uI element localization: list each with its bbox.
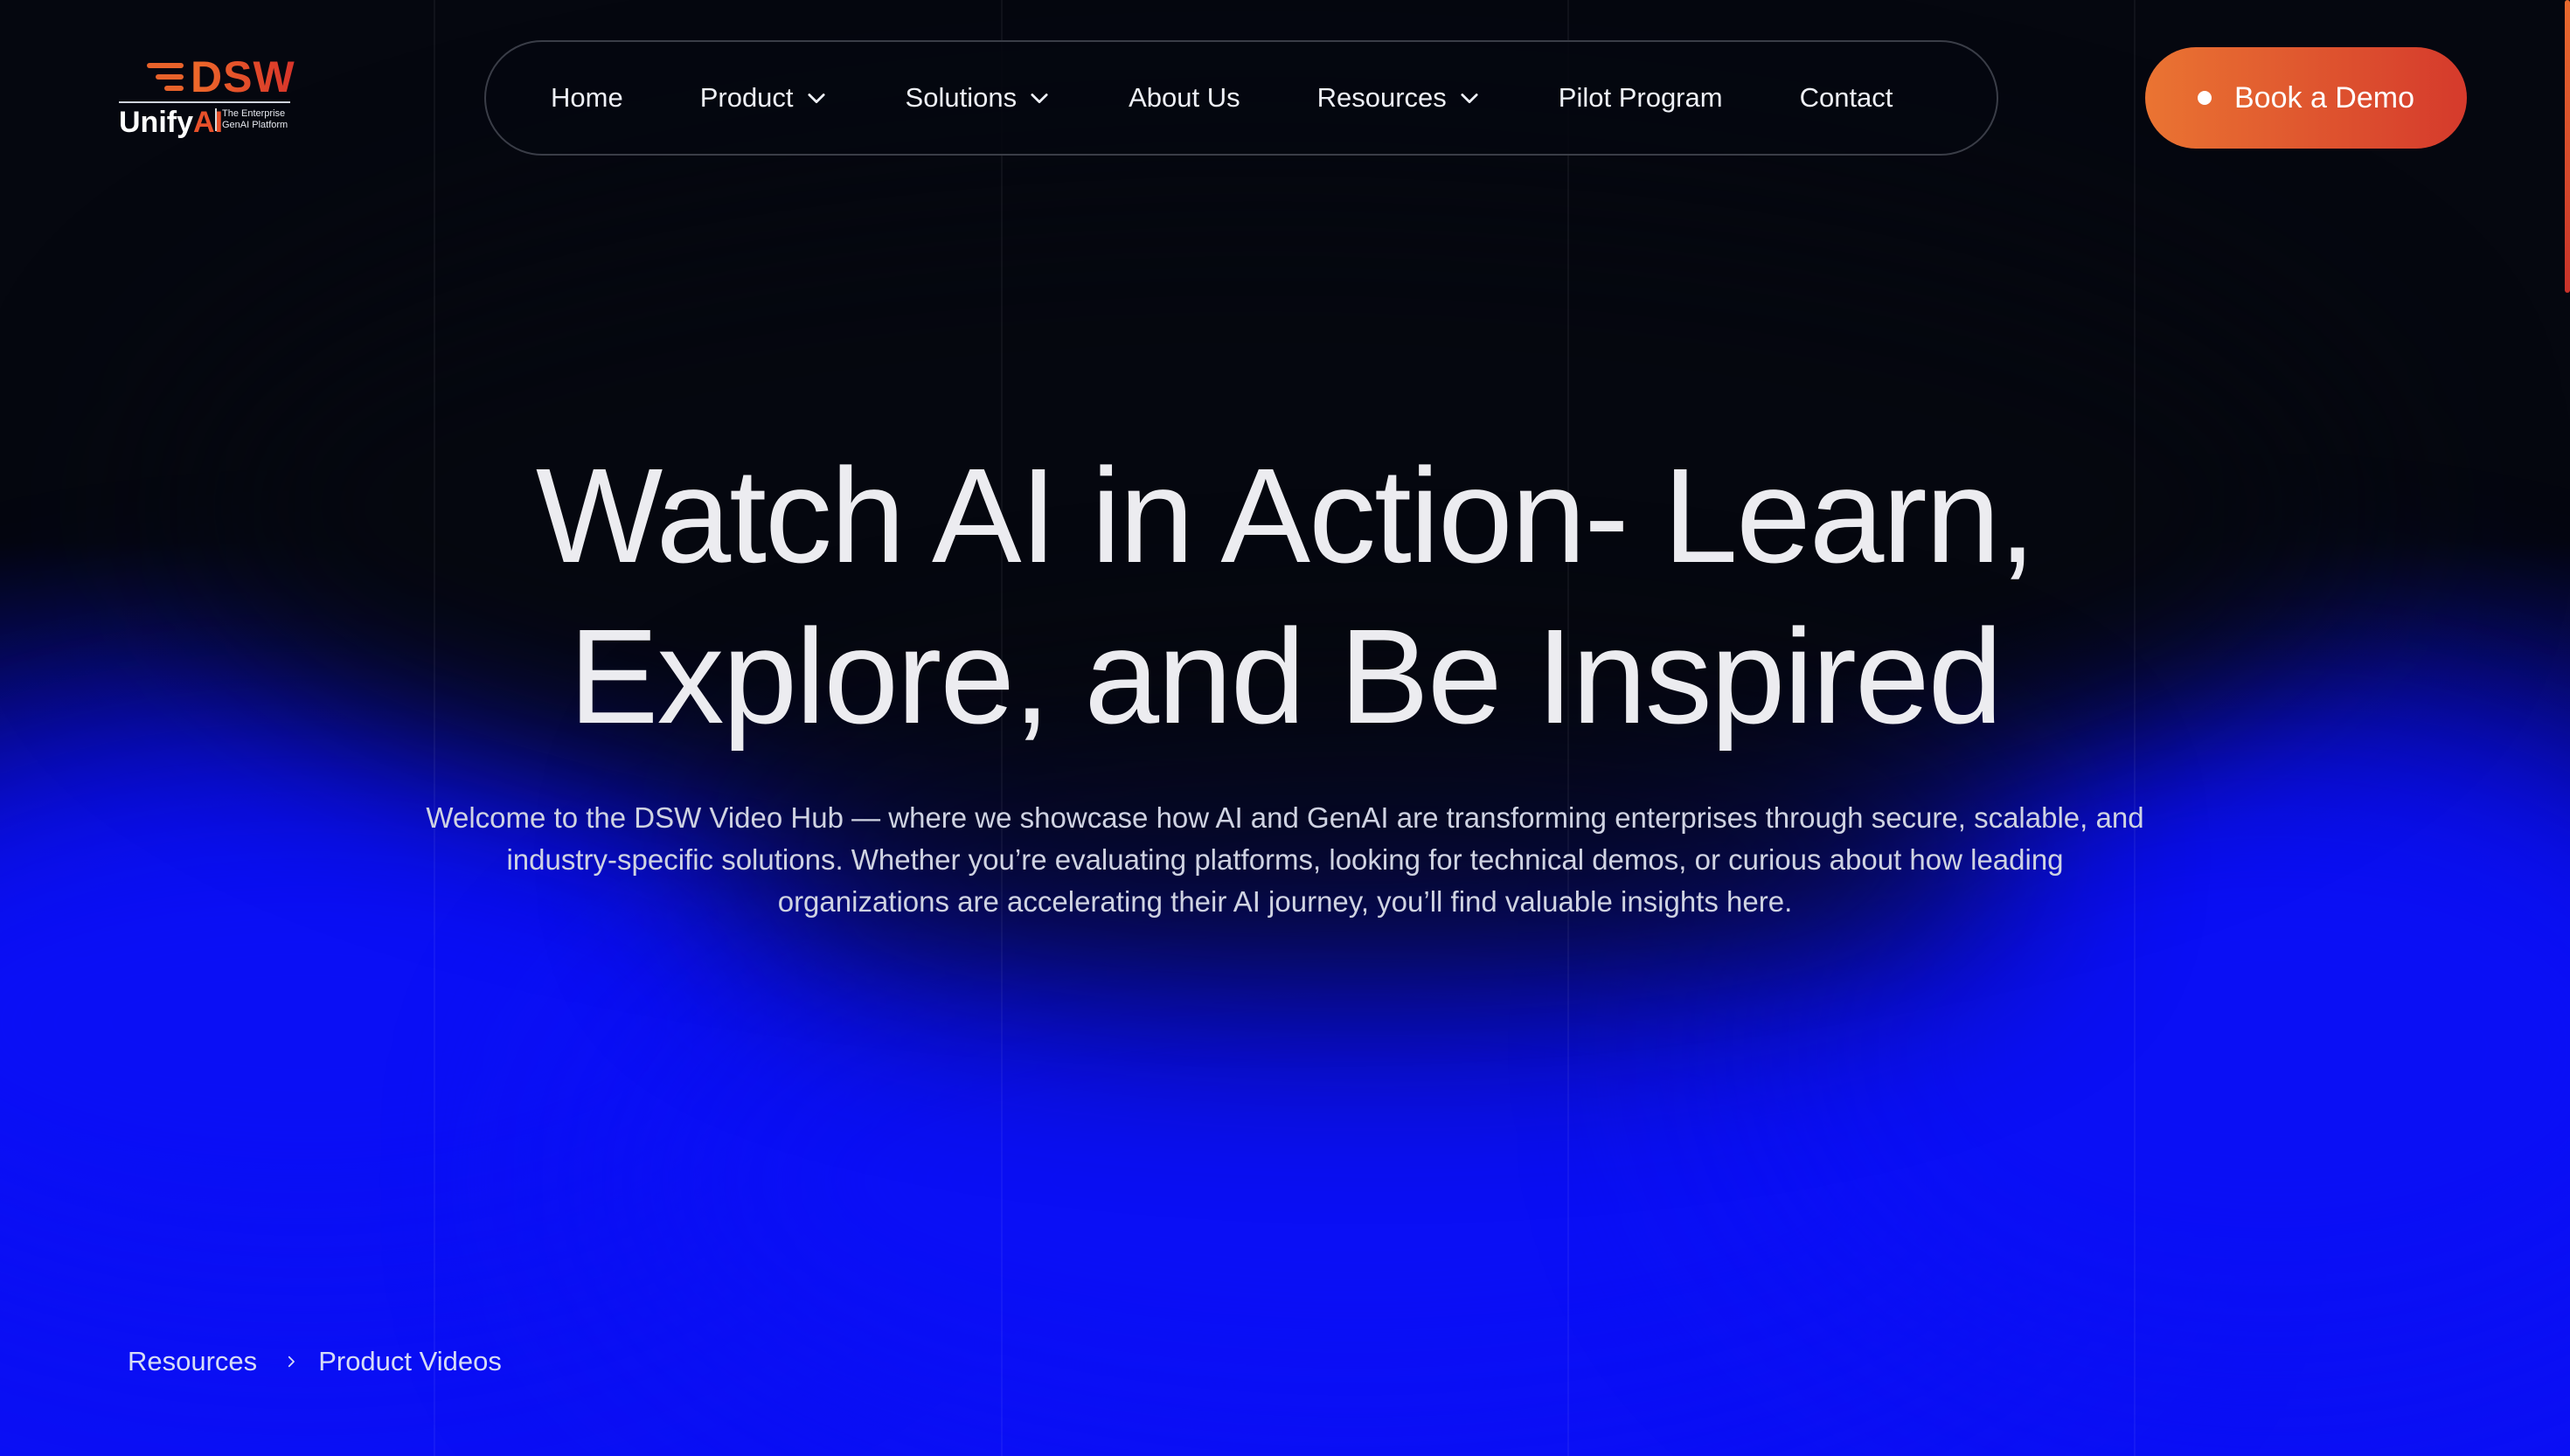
hero-title-line-2: Explore, and Be Inspired xyxy=(568,601,2003,752)
hero-subtitle-line-1: Welcome to the DSW Video Hub — where we … xyxy=(426,801,2144,834)
chevron-right-icon xyxy=(288,1355,295,1368)
nav-item-resources[interactable]: Resources xyxy=(1317,82,1482,114)
nav-item-product[interactable]: Product xyxy=(700,82,829,114)
breadcrumb: Resources Product Videos xyxy=(128,1346,502,1377)
nav-label: Product xyxy=(699,82,794,113)
dot-icon xyxy=(2198,91,2212,105)
logo-secondary-text: UnifyAI xyxy=(119,107,223,138)
book-demo-button[interactable]: Book a Demo xyxy=(2145,47,2467,149)
nav-label: Resources xyxy=(1316,82,1447,113)
chevron-down-icon xyxy=(1031,94,1048,104)
nav-label: Home xyxy=(551,82,623,113)
logo-primary-text: DSW xyxy=(191,52,295,101)
logo[interactable]: DSW UnifyAI The Enterprise GenAI Platfor… xyxy=(119,52,295,140)
tagline-line-1: The Enterprise xyxy=(222,108,286,119)
hero-title: Watch AI in Action- Learn, Explore, and … xyxy=(262,435,2308,757)
chevron-down-icon xyxy=(807,94,825,104)
main-nav: Home Product Solutions About Us Resource… xyxy=(484,40,1998,156)
scrollbar-thumb[interactable] xyxy=(2565,0,2570,293)
nav-label: Pilot Program xyxy=(1558,82,1723,113)
chevron-down-icon xyxy=(1461,94,1478,104)
hero-subtitle-line-2: industry-specific solutions. Whether you… xyxy=(506,843,2064,876)
book-demo-label: Book a Demo xyxy=(2234,80,2414,114)
nav-label: Contact xyxy=(1799,82,1893,113)
nav-label: About Us xyxy=(1129,82,1240,113)
scrollbar[interactable] xyxy=(2565,0,2570,1456)
logo-tagline: The Enterprise GenAI Platform xyxy=(215,108,288,131)
hero-title-line-1: Watch AI in Action- Learn, xyxy=(535,440,2036,591)
nav-item-about-us[interactable]: About Us xyxy=(1129,82,1240,114)
nav-item-pilot-program[interactable]: Pilot Program xyxy=(1559,82,1723,114)
nav-label: Solutions xyxy=(905,82,1018,113)
logo-unify-text: Unify xyxy=(119,106,193,139)
hero-subtitle: Welcome to the DSW Video Hub — where we … xyxy=(367,797,2203,923)
logo-divider xyxy=(119,101,290,103)
tagline-line-2: GenAI Platform xyxy=(222,120,288,130)
breadcrumb-item-product-videos: Product Videos xyxy=(318,1346,502,1376)
nav-item-home[interactable]: Home xyxy=(551,82,623,114)
logo-mark: DSW xyxy=(143,52,295,101)
speed-lines-icon xyxy=(143,58,189,96)
page: DSW UnifyAI The Enterprise GenAI Platfor… xyxy=(0,0,2570,1456)
hero-subtitle-line-3: organizations are accelerating their AI … xyxy=(777,885,1793,918)
breadcrumb-item-resources[interactable]: Resources xyxy=(128,1346,257,1377)
nav-item-contact[interactable]: Contact xyxy=(1800,82,1893,114)
nav-item-solutions[interactable]: Solutions xyxy=(906,82,1052,114)
